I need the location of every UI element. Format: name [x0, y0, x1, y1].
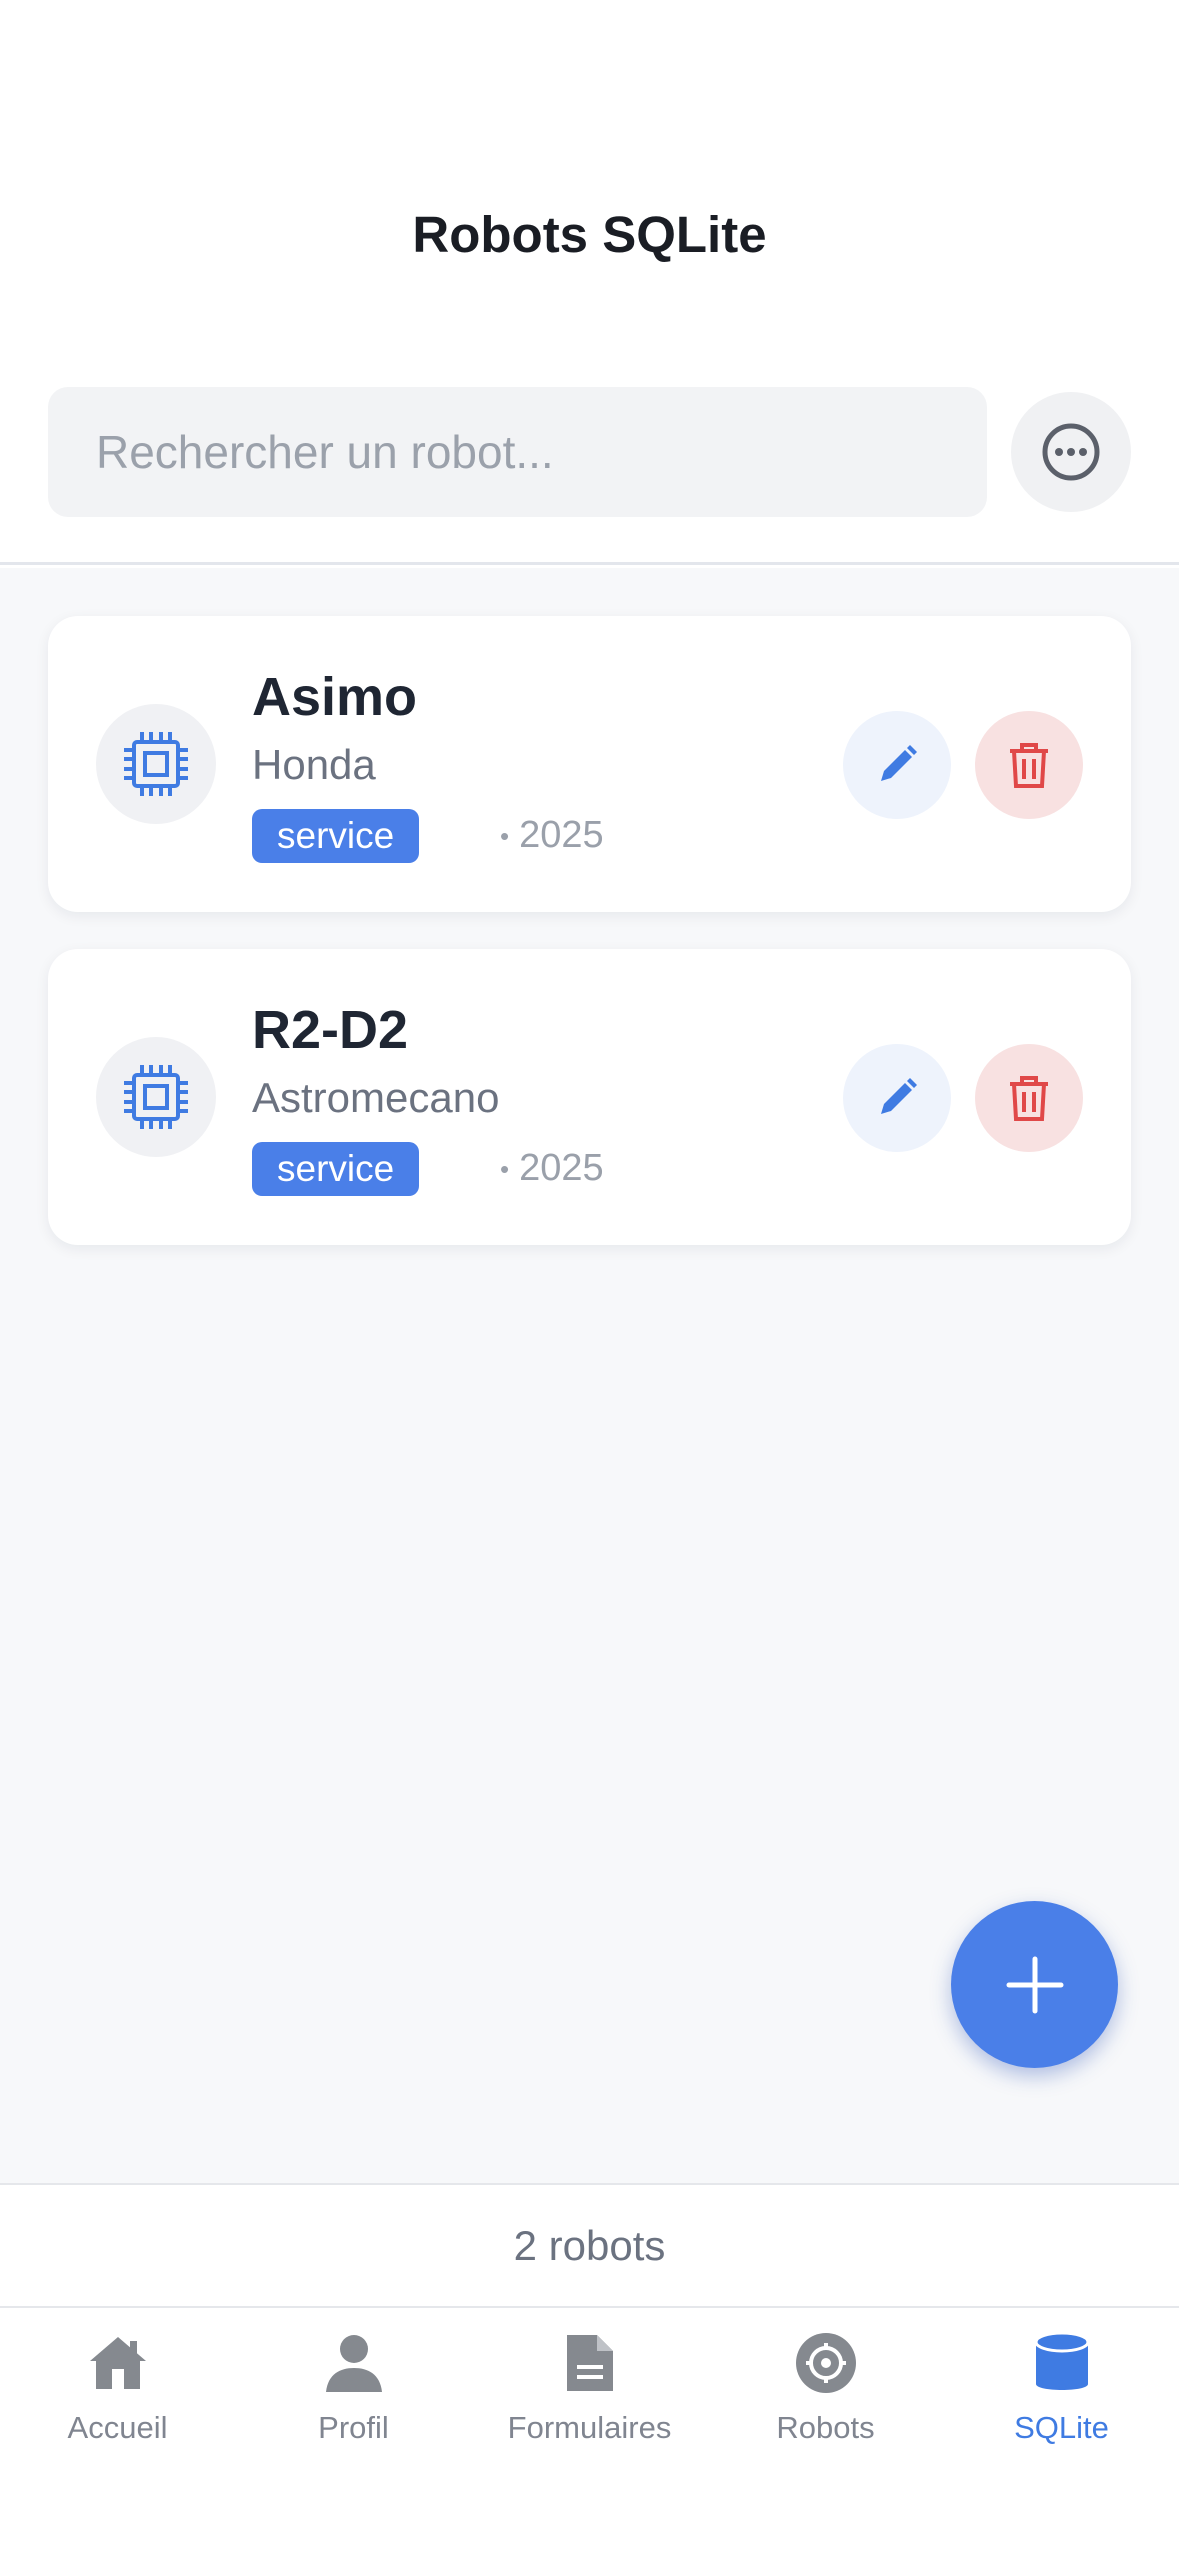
robot-name: R2-D2 — [252, 1000, 409, 1060]
delete-robot-button[interactable] — [975, 711, 1083, 819]
trash-icon — [1010, 1076, 1048, 1121]
pencil-icon — [881, 1078, 917, 1114]
robot-type-badge: service — [252, 809, 420, 863]
trash-icon — [1010, 743, 1048, 788]
tab-accueil[interactable]: Accueil — [0, 2328, 235, 2468]
tab-label: SQLite — [1014, 2410, 1109, 2445]
page-title: Robots SQLite — [412, 206, 767, 263]
home-icon — [83, 2328, 153, 2398]
document-icon — [555, 2328, 625, 2398]
robot-count-bar: 2 robots — [0, 2183, 1179, 2308]
tab-sqlite[interactable]: SQLite — [944, 2328, 1179, 2468]
bottom-tab-bar: Accueil Profil Formulaires Robots SQLite — [0, 2308, 1179, 2556]
robot-type-badge: service — [252, 1142, 420, 1196]
more-options-icon — [1042, 423, 1100, 481]
tab-label: Accueil — [67, 2410, 168, 2445]
app-header: Robots SQLite Rechercher un robot... — [0, 0, 1179, 565]
robot-year-value: 2025 — [519, 814, 604, 856]
add-robot-button[interactable] — [951, 1901, 1118, 2068]
robot-card[interactable]: Asimo Honda service • 2025 — [48, 616, 1131, 912]
search-placeholder: Rechercher un robot... — [96, 426, 554, 478]
edit-robot-button[interactable] — [843, 1044, 951, 1152]
robot-maker: Astromecano — [252, 1074, 500, 1121]
robot-year-value: 2025 — [519, 1147, 604, 1189]
tab-robots[interactable]: Robots — [708, 2328, 943, 2468]
tab-label: Profil — [318, 2410, 389, 2445]
person-icon — [319, 2328, 389, 2398]
robot-avatar — [96, 704, 216, 824]
database-icon — [1027, 2328, 1097, 2398]
tab-formulaires[interactable]: Formulaires — [472, 2328, 707, 2468]
robot-name: Asimo — [252, 667, 418, 727]
robot-year: • 2025 — [500, 1147, 604, 1189]
tab-label: Robots — [776, 2410, 875, 2445]
tab-profil[interactable]: Profil — [236, 2328, 471, 2468]
delete-robot-button[interactable] — [975, 1044, 1083, 1152]
more-options-button[interactable] — [1011, 392, 1131, 512]
edit-robot-button[interactable] — [843, 711, 951, 819]
robot-card[interactable]: R2-D2 Astromecano service • 2025 — [48, 949, 1131, 1245]
plus-icon — [1006, 1956, 1063, 2013]
robot-year: • 2025 — [500, 814, 604, 856]
robot-avatar — [96, 1037, 216, 1157]
robot-count: 2 robots — [513, 2221, 666, 2269]
chip-icon — [124, 732, 188, 796]
pencil-icon — [881, 745, 917, 781]
chip-icon — [124, 1065, 188, 1129]
robot-gear-icon — [791, 2328, 861, 2398]
tab-label: Formulaires — [507, 2410, 672, 2445]
search-input[interactable]: Rechercher un robot... — [48, 387, 987, 517]
robot-maker: Honda — [252, 741, 376, 788]
